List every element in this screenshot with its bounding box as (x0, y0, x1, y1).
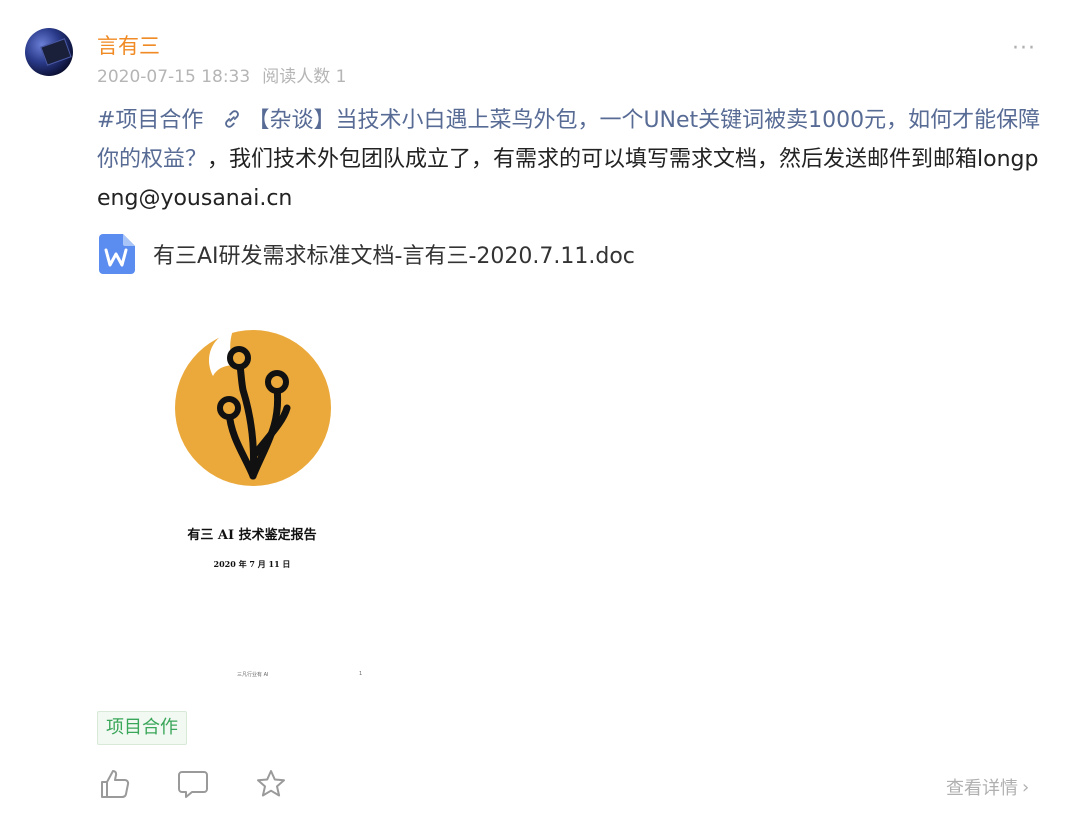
document-preview[interactable]: 有三 AI 技术鉴定报告 2020 年 7 月 11 日 三凡行业有 AI 1 (97, 300, 397, 690)
report-title: 有三 AI 技术鉴定报告 (187, 528, 317, 543)
author-name[interactable]: 言有三 (97, 30, 160, 60)
view-details-label: 查看详情 (946, 778, 1018, 799)
chevron-right-icon: › (1022, 776, 1030, 798)
word-doc-icon (99, 234, 135, 274)
comment-icon[interactable] (177, 768, 209, 800)
post-meta: 2020-07-15 18:33 阅读人数 1 (97, 62, 346, 87)
avatar-image (40, 38, 72, 66)
report-footer: 三凡行业有 AI (237, 672, 269, 678)
star-icon[interactable] (255, 768, 287, 800)
report-date: 2020 年 7 月 11 日 (213, 559, 291, 569)
view-details-link[interactable]: 查看详情 › (946, 774, 1029, 800)
attachment[interactable]: 有三AI研发需求标准文档-言有三-2020.7.11.doc (97, 234, 635, 274)
topic-tag[interactable]: 项目合作 (97, 711, 187, 745)
thumbs-up-icon[interactable] (99, 768, 131, 800)
attachment-filename: 有三AI研发需求标准文档-言有三-2020.7.11.doc (153, 244, 635, 269)
more-options-button[interactable]: ··· (1012, 36, 1036, 61)
body-text: ，我们技术外包团队成立了，有需求的可以填写需求文档，然后发送邮件到邮箱longp… (97, 147, 1039, 211)
avatar[interactable] (25, 28, 73, 76)
report-page-number: 1 (359, 671, 363, 677)
post-body: #项目合作 【杂谈】当技术小白遇上菜鸟外包，一个UNet关键词被卖1000元，如何… (97, 101, 1047, 218)
logo-image (175, 330, 333, 486)
action-bar (99, 768, 333, 800)
link-icon (225, 110, 240, 128)
read-count: 阅读人数 1 (262, 67, 347, 87)
post-date: 2020-07-15 18:33 (97, 67, 251, 87)
hashtag-link[interactable]: #项目合作 (97, 108, 203, 133)
